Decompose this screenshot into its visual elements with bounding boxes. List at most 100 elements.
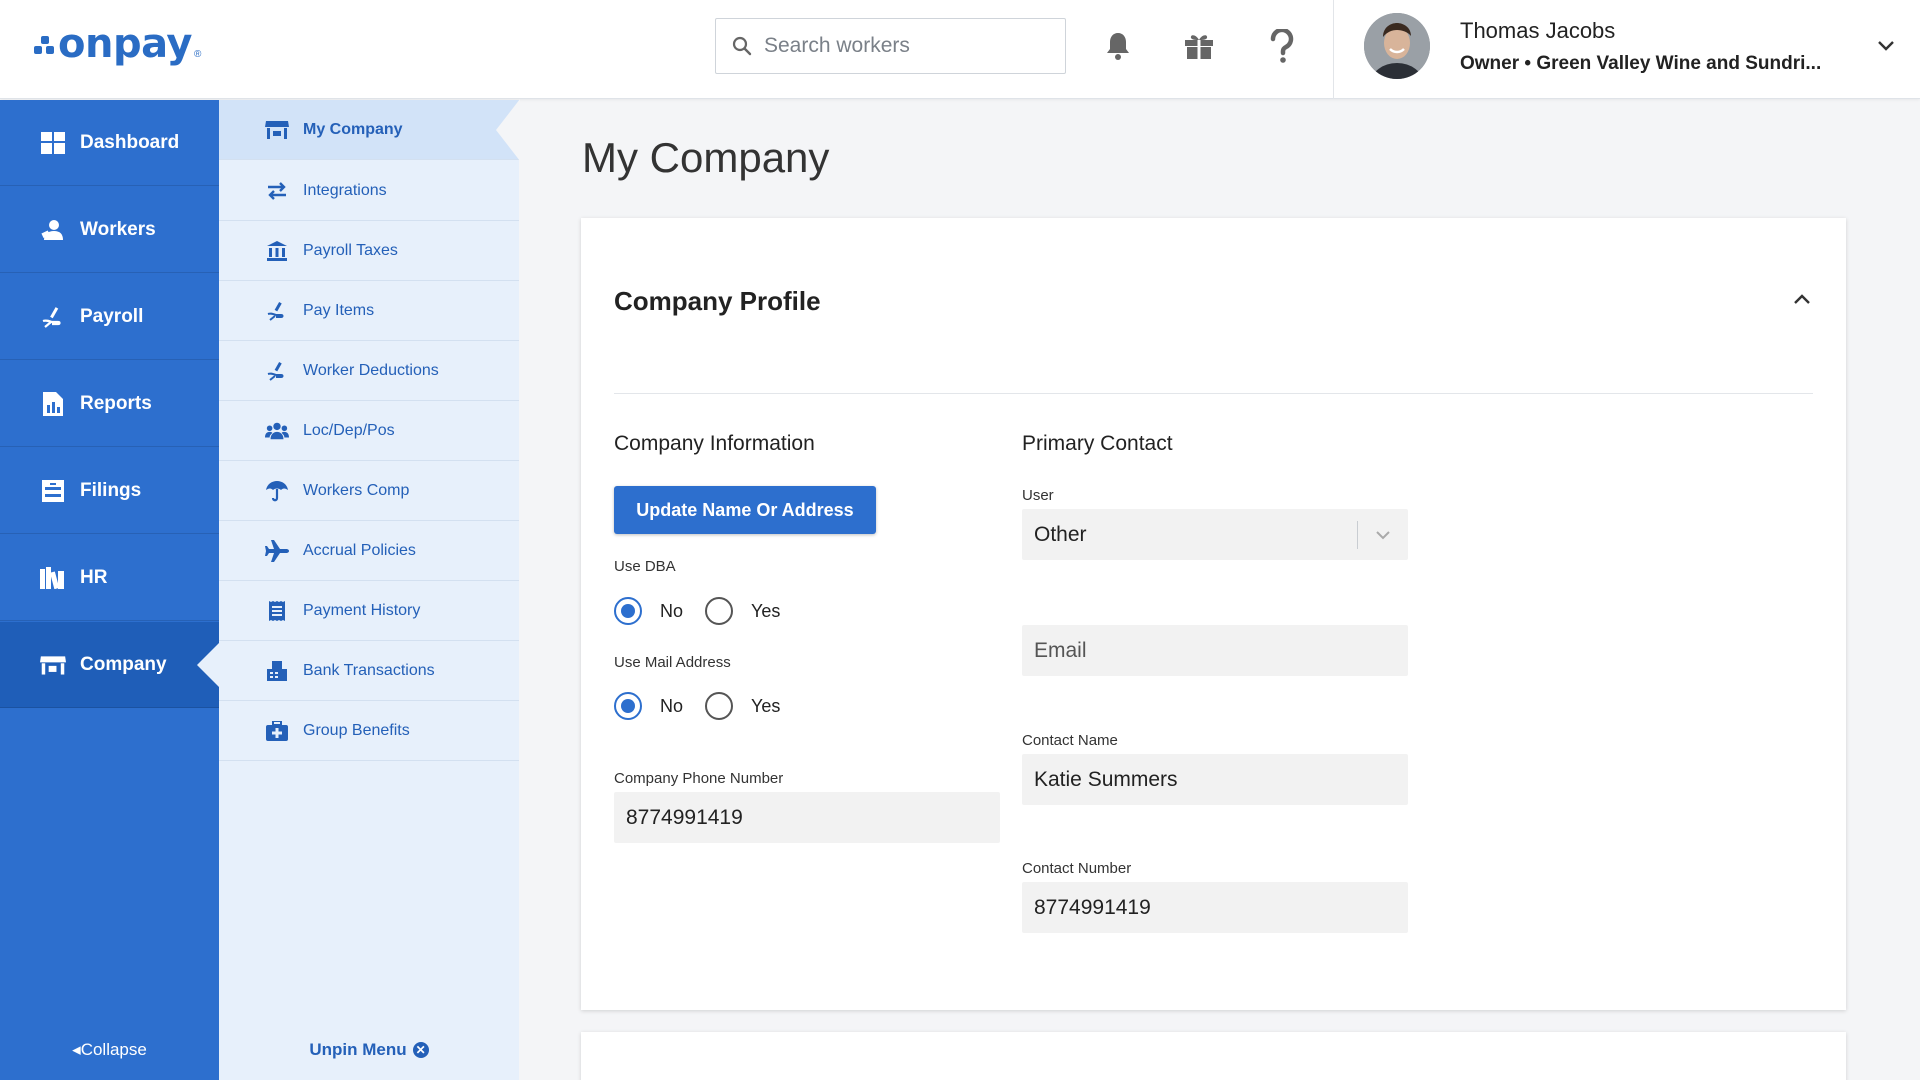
reports-icon xyxy=(40,391,66,417)
company-phone-field[interactable]: 8774991419 xyxy=(614,792,1000,843)
user-name[interactable]: Thomas Jacobs xyxy=(1460,18,1615,44)
payroll-icon xyxy=(40,304,66,330)
sidebar-item-label: Company xyxy=(80,653,167,675)
store-icon xyxy=(265,119,289,141)
search-input[interactable] xyxy=(764,34,1044,58)
contact-name-label: Contact Name xyxy=(1022,732,1118,749)
use-dba-no-radio[interactable] xyxy=(614,597,642,625)
subnav-item-my-company[interactable]: My Company xyxy=(219,98,520,161)
primary-sidebar: Dashboard Workers Payroll Reports Filing… xyxy=(0,100,219,1080)
subnav-item-label: Integrations xyxy=(303,181,387,199)
subnav-item-label: My Company xyxy=(303,120,403,138)
subnav-item-label: Worker Deductions xyxy=(303,361,439,379)
unpin-menu-button[interactable]: Unpin Menu ✕ xyxy=(219,1040,519,1060)
search-box[interactable] xyxy=(715,18,1066,74)
chevron-down-icon[interactable] xyxy=(1874,34,1898,58)
sidebar-item-company[interactable]: Company xyxy=(0,622,219,708)
subnav-item-workers-comp[interactable]: Workers Comp xyxy=(219,461,519,521)
use-mail-yes-radio[interactable] xyxy=(705,692,734,720)
use-mail-address-radio-group: No Yes xyxy=(614,692,802,720)
radio-label-no: No xyxy=(660,695,684,716)
sidebar-item-label: HR xyxy=(80,566,108,588)
fax-icon xyxy=(265,660,289,682)
subnav-item-label: Accrual Policies xyxy=(303,541,416,559)
company-information-heading: Company Information xyxy=(614,432,815,455)
use-dba-label: Use DBA xyxy=(614,558,676,575)
unpin-label: Unpin Menu xyxy=(309,1040,407,1059)
subnav-item-group-benefits[interactable]: Group Benefits xyxy=(219,701,519,761)
logo-text: onpay xyxy=(58,21,192,67)
card-title: Company Profile xyxy=(614,286,821,316)
users-icon xyxy=(265,420,289,442)
gift-icon[interactable] xyxy=(1181,26,1217,66)
user-select[interactable]: Other xyxy=(1022,509,1408,560)
use-dba-radio-group: No Yes xyxy=(614,597,802,625)
subnav-item-bank-transactions[interactable]: Bank Transactions xyxy=(219,641,519,701)
sidebar-item-filings[interactable]: Filings xyxy=(0,448,219,534)
close-circle-icon: ✕ xyxy=(412,1042,429,1058)
logo-dots-icon xyxy=(34,33,56,55)
use-mail-address-label: Use Mail Address xyxy=(614,654,731,671)
sidebar-item-dashboard[interactable]: Dashboard xyxy=(0,100,219,186)
receipt-icon xyxy=(265,600,289,622)
user-avatar[interactable] xyxy=(1364,13,1430,79)
company-profile-card: Company Profile Company Information Upda… xyxy=(581,218,1846,1010)
contact-name-field[interactable]: Katie Summers xyxy=(1022,754,1408,805)
email-field[interactable]: Email xyxy=(1022,625,1408,676)
user-label: User xyxy=(1022,487,1054,504)
user-select-value: Other xyxy=(1034,522,1087,546)
company-phone-label: Company Phone Number xyxy=(614,770,784,787)
filings-icon xyxy=(40,478,66,504)
collapse-button[interactable]: ◂Collapse xyxy=(0,1040,219,1060)
update-name-address-button[interactable]: Update Name Or Address xyxy=(614,486,876,534)
subnav-item-label: Loc/Dep/Pos xyxy=(303,421,395,439)
sidebar-item-label: Workers xyxy=(80,218,156,240)
help-icon[interactable] xyxy=(1264,26,1300,66)
umbrella-icon xyxy=(265,480,289,502)
user-role-company[interactable]: Owner • Green Valley Wine and Sundri... xyxy=(1460,53,1821,75)
search-icon xyxy=(732,36,752,56)
secondary-sidebar: My Company Integrations Payroll Taxes Pa… xyxy=(219,98,520,1080)
use-mail-no-radio[interactable] xyxy=(614,692,642,720)
sidebar-item-hr[interactable]: HR xyxy=(0,535,219,621)
subnav-item-integrations[interactable]: Integrations xyxy=(219,161,519,221)
subnav-item-label: Payment History xyxy=(303,601,421,619)
dashboard-icon xyxy=(40,130,66,156)
bank-icon xyxy=(265,240,289,262)
top-header: onpay ® Thomas Jacobs Owner • Green Vall… xyxy=(0,0,1920,99)
logo-registered-mark: ® xyxy=(193,49,202,60)
sidebar-item-label: Filings xyxy=(80,479,142,501)
contact-number-label: Contact Number xyxy=(1022,860,1132,877)
sidebar-item-workers[interactable]: Workers xyxy=(0,187,219,273)
use-dba-yes-radio[interactable] xyxy=(705,597,734,625)
subnav-item-worker-deductions[interactable]: Worker Deductions xyxy=(219,341,519,401)
sidebar-item-reports[interactable]: Reports xyxy=(0,361,219,447)
subnav-item-payroll-taxes[interactable]: Payroll Taxes xyxy=(219,221,519,281)
hand-money-icon xyxy=(265,300,289,322)
subnav-item-accrual-policies[interactable]: Accrual Policies xyxy=(219,521,519,581)
sidebar-item-payroll[interactable]: Payroll xyxy=(0,274,219,360)
chevron-up-icon[interactable] xyxy=(1791,288,1813,310)
medical-kit-icon xyxy=(265,720,289,742)
subnav-item-loc-dep-pos[interactable]: Loc/Dep/Pos xyxy=(219,401,519,461)
sidebar-item-label: Reports xyxy=(80,392,152,414)
collapse-label: Collapse xyxy=(80,1040,147,1059)
subnav-item-label: Workers Comp xyxy=(303,481,410,499)
active-indicator xyxy=(496,98,520,161)
bell-icon[interactable] xyxy=(1100,26,1136,66)
chevron-down-icon xyxy=(1376,531,1390,540)
radio-label-no: No xyxy=(660,600,684,621)
divider xyxy=(614,393,1813,394)
subnav-item-payment-history[interactable]: Payment History xyxy=(219,581,519,641)
airplane-icon xyxy=(265,539,289,562)
subnav-item-pay-items[interactable]: Pay Items xyxy=(219,281,519,341)
company-icon xyxy=(40,652,66,678)
onpay-logo[interactable]: onpay ® xyxy=(34,24,201,64)
contact-number-field[interactable]: 8774991419 xyxy=(1022,882,1408,933)
active-indicator xyxy=(197,642,219,687)
swap-arrows-icon xyxy=(265,180,289,202)
subnav-item-label: Payroll Taxes xyxy=(303,241,398,259)
sidebar-item-label: Payroll xyxy=(80,305,144,327)
hand-money-icon xyxy=(265,360,289,382)
subnav-item-label: Pay Items xyxy=(303,301,375,319)
